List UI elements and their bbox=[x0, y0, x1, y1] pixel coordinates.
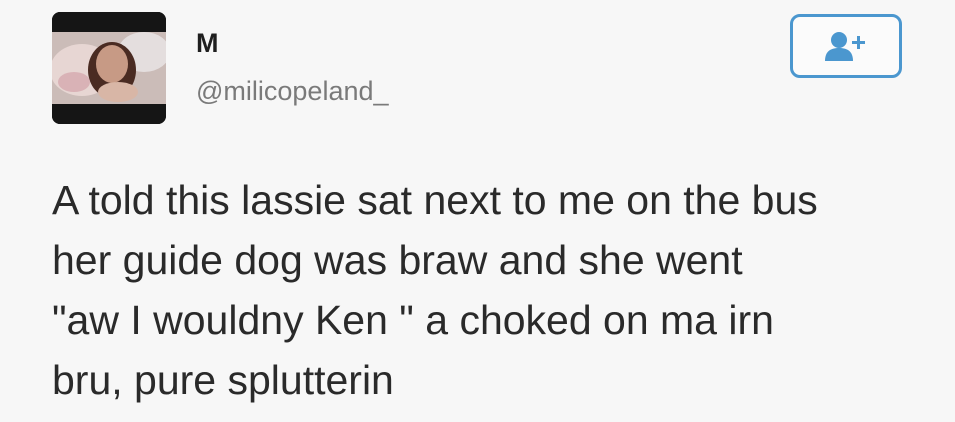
avatar-photo bbox=[52, 12, 166, 124]
avatar[interactable] bbox=[52, 12, 166, 124]
tweet-card: M @milicopeland_ A told this lassie sat … bbox=[0, 0, 955, 422]
username[interactable]: @milicopeland_ bbox=[196, 78, 389, 105]
follow-button[interactable] bbox=[790, 14, 902, 78]
tweet-text: A told this lassie sat next to me on the… bbox=[52, 177, 818, 403]
add-user-icon bbox=[825, 32, 865, 61]
display-name[interactable]: M bbox=[196, 30, 219, 57]
